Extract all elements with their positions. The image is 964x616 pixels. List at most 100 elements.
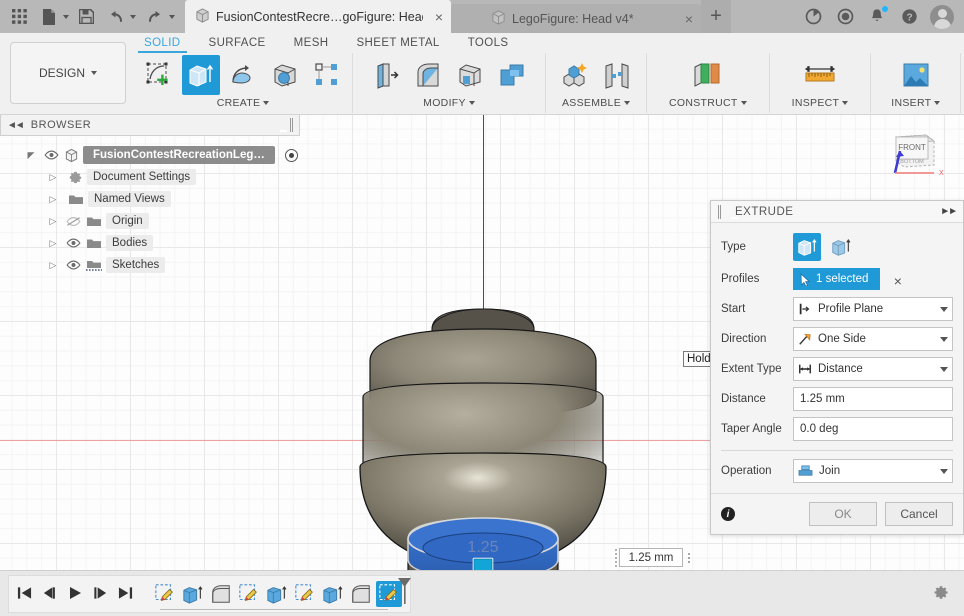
recent-icon[interactable] <box>834 6 856 28</box>
ribbon-tab-solid[interactable]: SOLID <box>130 35 195 53</box>
timeline-feature-sketch[interactable] <box>236 581 262 607</box>
dialog-drag-grip[interactable] <box>718 204 721 219</box>
timeline-feature-fillet[interactable] <box>208 581 234 607</box>
taper-angle-input[interactable]: 0.0 deg <box>793 417 953 441</box>
close-icon[interactable]: × <box>685 12 693 26</box>
timeline-settings-gear-icon[interactable] <box>931 583 950 605</box>
fillet-icon[interactable] <box>409 55 447 95</box>
browser-node-document-settings[interactable]: ▷ Document Settings <box>24 166 306 188</box>
visibility-eye-icon[interactable] <box>64 238 82 248</box>
start-combobox[interactable]: Profile Plane <box>793 297 953 321</box>
view-cube[interactable]: FRONT BOTTOM X <box>884 129 946 191</box>
expand-arrow-icon[interactable]: ▷ <box>46 172 60 183</box>
undo-icon[interactable] <box>103 4 129 30</box>
expand-arrow-icon[interactable]: ◤ <box>24 150 38 161</box>
chevron-down-icon[interactable] <box>91 71 97 75</box>
go-to-end-icon[interactable] <box>118 586 133 603</box>
expand-arrow-icon[interactable]: ▷ <box>46 216 60 227</box>
direction-combobox[interactable]: One Side <box>793 327 953 351</box>
workspace-switcher[interactable]: DESIGN <box>10 42 126 104</box>
chevron-down-icon[interactable] <box>169 14 175 19</box>
help-icon[interactable]: ? <box>898 6 920 28</box>
panel-resize-grip[interactable] <box>290 118 293 132</box>
panel-label-inspect[interactable]: INSPECT <box>792 95 849 111</box>
save-icon[interactable] <box>73 4 99 30</box>
info-icon[interactable]: i <box>721 507 735 521</box>
timeline-feature-sketch[interactable] <box>152 581 178 607</box>
shell-icon[interactable] <box>451 55 489 95</box>
chevron-down-icon[interactable] <box>940 468 948 474</box>
chevron-down-icon[interactable] <box>130 14 136 19</box>
ribbon-tab-mesh[interactable]: MESH <box>280 35 343 53</box>
manipulator-value-group[interactable]: 1.25 mm <box>615 548 690 567</box>
offset-plane-icon[interactable] <box>686 55 730 95</box>
chevron-down-icon[interactable] <box>934 101 941 105</box>
visibility-hidden-icon[interactable] <box>64 216 82 227</box>
chevron-down-icon[interactable] <box>468 101 475 105</box>
chevron-down-icon[interactable] <box>263 101 270 105</box>
timeline-marker[interactable] <box>398 578 412 607</box>
manipulator-distance-input[interactable]: 1.25 mm <box>619 548 683 567</box>
chevron-down-icon[interactable] <box>842 101 849 105</box>
apps-grid-icon[interactable] <box>6 4 32 30</box>
browser-node-sketches[interactable]: ▷ Sketches <box>24 254 306 276</box>
pattern-icon[interactable] <box>308 55 346 95</box>
collapse-left-icon[interactable]: ◄◄ <box>7 120 25 131</box>
document-tab-inactive[interactable]: LegoFigure: Head v4* × <box>451 4 701 33</box>
go-to-start-icon[interactable] <box>17 586 32 603</box>
undo-button[interactable] <box>101 4 138 30</box>
document-tab-active[interactable]: FusionContestRecre…goFigure: Head v1* × <box>185 0 451 33</box>
extent-type-combobox[interactable]: Distance <box>793 357 953 381</box>
extrude-profile-icon[interactable] <box>793 233 821 261</box>
redo-icon[interactable] <box>142 4 168 30</box>
extrude-icon[interactable] <box>182 55 220 95</box>
chevron-down-icon[interactable] <box>940 366 948 372</box>
sphere-icon[interactable] <box>266 55 304 95</box>
browser-node-bodies[interactable]: ▷ Bodies <box>24 232 306 254</box>
redo-button[interactable] <box>140 4 177 30</box>
drag-handle-dots[interactable] <box>615 548 617 567</box>
extrude-dialog-header[interactable]: EXTRUDE ►► <box>711 201 963 223</box>
timeline-feature-sketch[interactable] <box>292 581 318 607</box>
chevron-down-icon[interactable] <box>740 101 747 105</box>
panel-label-create[interactable]: CREATE <box>217 95 270 111</box>
operation-combobox[interactable]: Join <box>793 459 953 483</box>
ribbon-tab-sheet-metal[interactable]: SHEET METAL <box>342 35 453 53</box>
browser-node-origin[interactable]: ▷ Origin <box>24 210 306 232</box>
timeline-feature-extrude[interactable] <box>180 581 206 607</box>
panel-label-modify[interactable]: MODIFY <box>423 95 475 111</box>
new-file-button[interactable] <box>34 4 71 30</box>
revolve-icon[interactable] <box>224 55 262 95</box>
browser-node-named-views[interactable]: ▷ Named Views <box>24 188 306 210</box>
timeline-feature-fillet[interactable] <box>348 581 374 607</box>
press-pull-icon[interactable] <box>367 55 405 95</box>
profiles-selection-badge[interactable]: 1 selected <box>793 268 881 290</box>
insert-image-icon[interactable] <box>897 55 935 95</box>
3d-viewport[interactable]: 1.25 1.25 mm FRONT BOTTOM X Hold ◄◄ BROW… <box>0 115 964 570</box>
close-icon[interactable]: × <box>435 10 443 24</box>
visibility-eye-icon[interactable] <box>42 150 60 160</box>
panel-label-construct[interactable]: CONSTRUCT <box>669 95 747 111</box>
new-component-icon[interactable] <box>556 55 594 95</box>
expand-arrow-icon[interactable]: ▷ <box>46 238 60 249</box>
account-avatar[interactable] <box>930 4 954 29</box>
timeline-feature-extrude[interactable] <box>320 581 346 607</box>
distance-input[interactable]: 1.25 mm <box>793 387 953 411</box>
expand-arrow-icon[interactable]: ▷ <box>46 194 60 205</box>
ribbon-tab-tools[interactable]: TOOLS <box>454 35 523 53</box>
chevron-down-icon[interactable] <box>940 306 948 312</box>
panel-label-insert[interactable]: INSERT <box>891 95 941 111</box>
panel-label-assemble[interactable]: ASSEMBLE <box>562 95 630 111</box>
clear-selection-icon[interactable]: × <box>894 273 902 289</box>
new-file-icon[interactable] <box>36 4 62 30</box>
play-icon[interactable] <box>68 586 82 603</box>
job-status-icon[interactable] <box>802 6 824 28</box>
down-arrow-handle[interactable] <box>463 555 503 570</box>
combine-icon[interactable] <box>493 55 531 95</box>
joint-icon[interactable] <box>598 55 636 95</box>
timeline-feature-current[interactable] <box>376 578 411 607</box>
ribbon-tab-surface[interactable]: SURFACE <box>195 35 280 53</box>
timeline-feature-extrude[interactable] <box>264 581 290 607</box>
visibility-eye-icon[interactable] <box>64 260 82 270</box>
cancel-button[interactable]: Cancel <box>885 502 953 526</box>
